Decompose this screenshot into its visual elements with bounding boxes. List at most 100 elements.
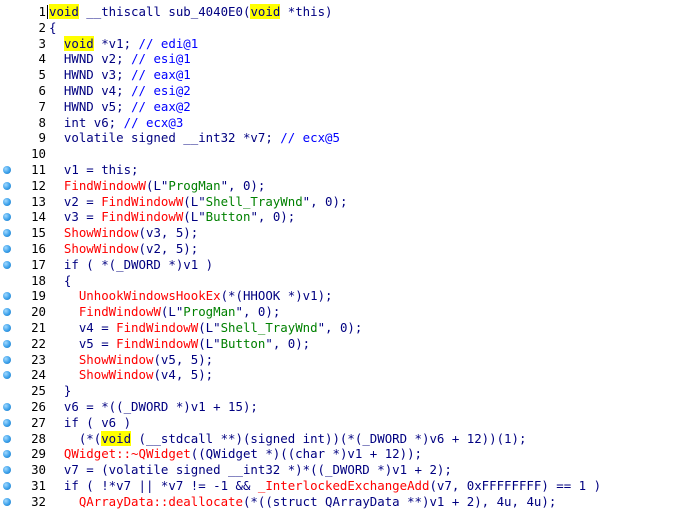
breakpoint-dot-icon[interactable]	[3, 339, 11, 348]
code-line[interactable]: 23 ShowWindow(v5, 5);	[0, 352, 687, 368]
line-gutter[interactable]: 28	[0, 431, 46, 447]
code-text[interactable]: HWND v4; // esi@2	[49, 83, 191, 99]
code-text[interactable]: {	[49, 20, 56, 36]
breakpoint-dot-icon[interactable]	[3, 229, 11, 238]
code-line[interactable]: 1 void __thiscall sub_4040E0(void *this)	[0, 4, 687, 20]
code-line[interactable]: 5 HWND v3; // eax@1	[0, 67, 687, 83]
code-text[interactable]: v2 = FindWindowW(L"Shell_TrayWnd", 0);	[49, 194, 348, 210]
code-text[interactable]: void __thiscall sub_4040E0(void *this)	[49, 4, 333, 20]
line-gutter[interactable]: 10	[0, 146, 46, 162]
code-text[interactable]: volatile signed __int32 *v7; // ecx@5	[49, 130, 340, 146]
code-line[interactable]: 19 UnhookWindowsHookEx(*(HHOOK *)v1);	[0, 288, 687, 304]
code-text[interactable]: QArrayData::deallocate(*((struct QArrayD…	[49, 494, 556, 510]
code-line[interactable]: 11 v1 = this;	[0, 162, 687, 178]
line-gutter[interactable]: 31	[0, 478, 46, 494]
code-line[interactable]: 13 v2 = FindWindowW(L"Shell_TrayWnd", 0)…	[0, 194, 687, 210]
breakpoint-dot-icon[interactable]	[3, 355, 11, 364]
code-text[interactable]: HWND v2; // esi@1	[49, 51, 191, 67]
line-gutter[interactable]: 9	[0, 130, 46, 146]
code-line[interactable]: 24 ShowWindow(v4, 5);	[0, 367, 687, 383]
code-line[interactable]: 28 (*(void (__stdcall **)(signed int))(*…	[0, 430, 687, 447]
code-line[interactable]: 16 ShowWindow(v2, 5);	[0, 241, 687, 257]
line-gutter[interactable]: 8	[0, 115, 46, 131]
line-gutter[interactable]: 13	[0, 194, 46, 210]
code-text[interactable]: FindWindowW(L"ProgMan", 0);	[49, 178, 265, 194]
breakpoint-dot-icon[interactable]	[3, 181, 11, 190]
code-line[interactable]: 22 v5 = FindWindowW(L"Button", 0);	[0, 336, 687, 352]
line-gutter[interactable]: 5	[0, 67, 46, 83]
line-gutter[interactable]: 7	[0, 99, 46, 115]
code-text[interactable]: HWND v3; // eax@1	[49, 67, 191, 83]
code-line[interactable]: 8 int v6; // ecx@3	[0, 115, 687, 131]
code-text[interactable]: void *v1; // edi@1	[49, 35, 198, 52]
breakpoint-dot-icon[interactable]	[3, 260, 11, 269]
code-line[interactable]: 21 v4 = FindWindowW(L"Shell_TrayWnd", 0)…	[0, 320, 687, 336]
code-text[interactable]: FindWindowW(L"ProgMan", 0);	[49, 304, 280, 320]
line-gutter[interactable]: 6	[0, 83, 46, 99]
breakpoint-dot-icon[interactable]	[3, 371, 11, 380]
code-line[interactable]: 17 if ( *(_DWORD *)v1 )	[0, 257, 687, 273]
code-text[interactable]: v5 = FindWindowW(L"Button", 0);	[49, 336, 310, 352]
code-line[interactable]: 6 HWND v4; // esi@2	[0, 83, 687, 99]
breakpoint-dot-icon[interactable]	[3, 418, 11, 427]
code-line[interactable]: 15 ShowWindow(v3, 5);	[0, 225, 687, 241]
code-line[interactable]: 27 if ( v6 )	[0, 415, 687, 431]
code-text[interactable]: }	[49, 383, 71, 399]
line-gutter[interactable]: 16	[0, 241, 46, 257]
line-gutter[interactable]: 26	[0, 399, 46, 415]
breakpoint-dot-icon[interactable]	[3, 324, 11, 332]
line-gutter[interactable]: 4	[0, 51, 46, 67]
code-text[interactable]: v6 = *((_DWORD *)v1 + 15);	[49, 399, 258, 415]
line-gutter[interactable]: 30	[0, 462, 46, 478]
line-gutter[interactable]: 1	[0, 4, 46, 20]
breakpoint-dot-icon[interactable]	[3, 166, 11, 174]
line-gutter[interactable]: 21	[0, 320, 46, 336]
breakpoint-dot-icon[interactable]	[3, 466, 11, 475]
code-line[interactable]: 32 QArrayData::deallocate(*((struct QArr…	[0, 494, 687, 510]
code-text[interactable]: int v6; // ecx@3	[49, 115, 183, 131]
code-line[interactable]: 25 }	[0, 383, 687, 399]
code-line[interactable]: 18 {	[0, 273, 687, 289]
code-line[interactable]: 14 v3 = FindWindowW(L"Button", 0);	[0, 209, 687, 225]
line-gutter[interactable]: 22	[0, 336, 46, 352]
line-gutter[interactable]: 2	[0, 20, 46, 36]
line-gutter[interactable]: 15	[0, 225, 46, 241]
line-gutter[interactable]: 3	[0, 36, 46, 52]
code-text[interactable]: v1 = this;	[49, 162, 139, 178]
line-gutter[interactable]: 32	[0, 494, 46, 510]
line-gutter[interactable]: 18	[0, 273, 46, 289]
code-line[interactable]: 2{	[0, 20, 687, 36]
code-text[interactable]: ShowWindow(v3, 5);	[49, 225, 198, 241]
line-gutter[interactable]: 23	[0, 352, 46, 368]
breakpoint-dot-icon[interactable]	[3, 245, 11, 253]
breakpoint-dot-icon[interactable]	[3, 292, 11, 301]
pseudocode-view[interactable]: 1 void __thiscall sub_4040E0(void *this) 2…	[0, 0, 687, 524]
code-text[interactable]: if ( !*v7 || *v7 != -1 && _InterlockedEx…	[49, 478, 601, 494]
line-gutter[interactable]: 27	[0, 415, 46, 431]
breakpoint-dot-icon[interactable]	[3, 450, 11, 459]
breakpoint-dot-icon[interactable]	[3, 213, 11, 222]
code-line[interactable]: 7 HWND v5; // eax@2	[0, 99, 687, 115]
code-line[interactable]: 29 QWidget::~QWidget((QWidget *)((char *…	[0, 446, 687, 462]
code-line[interactable]: 3 void *v1; // edi@1	[0, 35, 687, 52]
code-text[interactable]: ShowWindow(v4, 5);	[49, 367, 213, 383]
code-text[interactable]: (*(void (__stdcall **)(signed int))(*(_D…	[49, 430, 526, 447]
line-gutter[interactable]: 24	[0, 367, 46, 383]
line-gutter[interactable]: 20	[0, 304, 46, 320]
code-text[interactable]: {	[49, 273, 71, 289]
code-line[interactable]: 31 if ( !*v7 || *v7 != -1 && _Interlocke…	[0, 478, 687, 494]
breakpoint-dot-icon[interactable]	[3, 434, 11, 443]
breakpoint-dot-icon[interactable]	[3, 308, 11, 317]
code-line[interactable]: 10	[0, 146, 687, 162]
code-text[interactable]: if ( *(_DWORD *)v1 )	[49, 257, 213, 273]
code-line[interactable]: 20 FindWindowW(L"ProgMan", 0);	[0, 304, 687, 320]
line-gutter[interactable]: 19	[0, 288, 46, 304]
code-text[interactable]: ShowWindow(v2, 5);	[49, 241, 198, 257]
code-line[interactable]: 12 FindWindowW(L"ProgMan", 0);	[0, 178, 687, 194]
code-text[interactable]: HWND v5; // eax@2	[49, 99, 191, 115]
code-line[interactable]: 26 v6 = *((_DWORD *)v1 + 15);	[0, 399, 687, 415]
code-text[interactable]: v4 = FindWindowW(L"Shell_TrayWnd", 0);	[49, 320, 363, 336]
code-line[interactable]: 9 volatile signed __int32 *v7; // ecx@5	[0, 130, 687, 146]
line-gutter[interactable]: 29	[0, 446, 46, 462]
code-text[interactable]: UnhookWindowsHookEx(*(HHOOK *)v1);	[49, 288, 333, 304]
